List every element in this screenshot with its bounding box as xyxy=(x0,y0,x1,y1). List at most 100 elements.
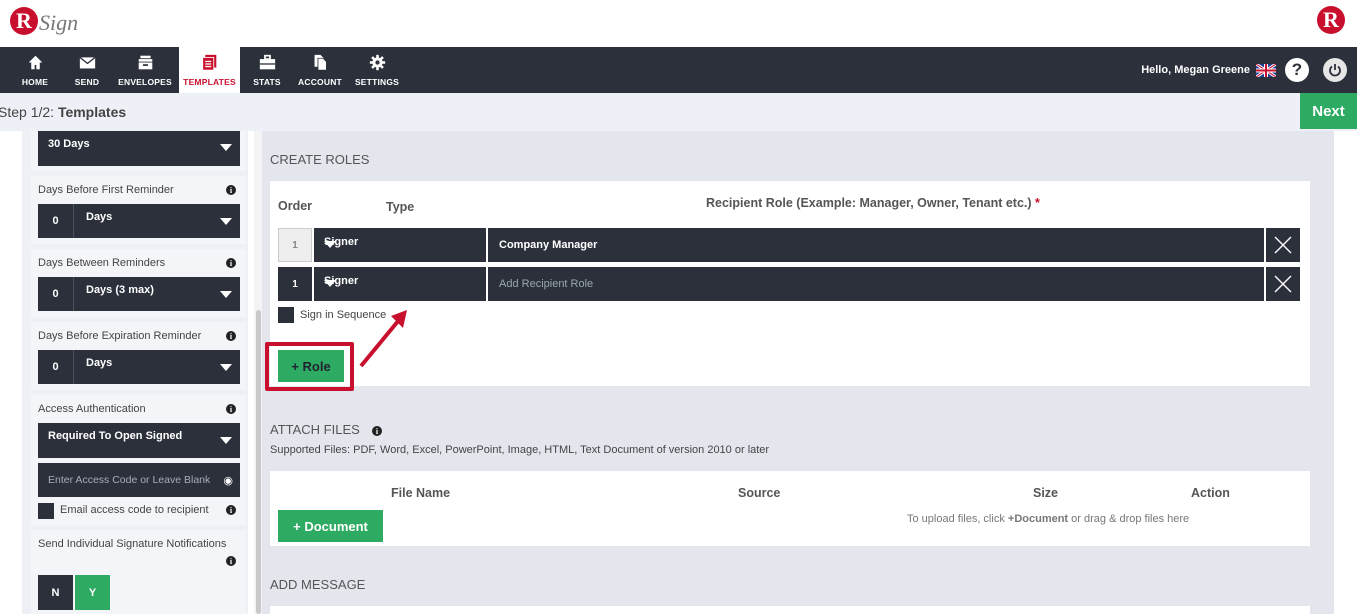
chevron-down-icon xyxy=(220,144,232,151)
uk-flag-icon[interactable] xyxy=(1256,63,1276,77)
create-roles-title: CREATE ROLES xyxy=(270,152,370,167)
step-prefix: Step 1/2: xyxy=(0,104,55,120)
logo-mark: R xyxy=(10,7,38,35)
expiration-reminder-unit: Days xyxy=(86,357,113,369)
help-icon[interactable]: ? xyxy=(1285,58,1309,82)
nav-templates[interactable]: TEMPLATES xyxy=(179,47,240,93)
annotation-arrow-icon xyxy=(359,310,407,368)
inbox-icon xyxy=(138,55,152,69)
eye-icon[interactable]: ◉ xyxy=(223,474,233,487)
nav-settings[interactable]: SETTINGS xyxy=(354,47,400,93)
upload-hint-bold: +Document xyxy=(1007,513,1069,525)
nav-account-label: ACCOUNT xyxy=(298,76,342,87)
role-order-input[interactable]: 1 xyxy=(278,228,312,262)
order-column-header: Order xyxy=(278,199,313,213)
between-reminders-days[interactable]: 0 xyxy=(38,277,74,311)
supported-files-text: Supported Files: PDF, Word, Excel, Power… xyxy=(270,444,770,456)
access-auth-select[interactable]: Required To Open Signed xyxy=(38,423,240,458)
info-icon[interactable]: i xyxy=(226,185,236,195)
scrollbar-thumb[interactable] xyxy=(256,310,261,614)
info-icon[interactable]: i xyxy=(226,505,236,515)
chevron-down-icon xyxy=(324,241,336,248)
envelope-icon xyxy=(78,56,96,68)
required-asterisk: * xyxy=(1035,196,1040,210)
first-reminder-unit: Days xyxy=(86,211,113,223)
expiration-reminder-select[interactable]: 0 Days xyxy=(38,350,240,384)
expiration-reminder-days[interactable]: 0 xyxy=(38,350,74,384)
expiry-select[interactable]: 30 Days xyxy=(38,131,240,166)
document-icon xyxy=(314,54,327,71)
templates-icon xyxy=(202,54,217,71)
nav-home[interactable]: HOME xyxy=(12,47,58,93)
role-type-select[interactable]: Signer xyxy=(314,228,486,262)
home-icon xyxy=(28,55,42,69)
email-access-code-checkbox[interactable] xyxy=(38,503,54,519)
upload-hint: To upload files, click +Document or drag… xyxy=(907,513,1189,525)
source-column-header: Source xyxy=(738,486,781,500)
main-nav: HOME SEND ENVELOPES TEMPLATES STATS ACCO… xyxy=(0,47,1357,93)
sign-in-sequence-checkbox[interactable] xyxy=(278,307,294,323)
access-code-input[interactable]: Enter Access Code or Leave Blank ◉ xyxy=(38,463,240,497)
notifications-label: Send Individual Signature Notifications xyxy=(38,538,227,550)
nav-stats[interactable]: STATS xyxy=(248,47,286,93)
nav-envelopes[interactable]: ENVELOPES xyxy=(116,47,174,93)
expiry-value: 30 Days xyxy=(48,138,90,150)
nav-send-label: SEND xyxy=(74,76,100,87)
access-auth-value: Required To Open Signed xyxy=(48,430,183,442)
info-icon[interactable]: i xyxy=(226,258,236,268)
chevron-down-icon xyxy=(220,364,232,371)
notifications-yes-button[interactable]: Y xyxy=(75,575,110,610)
chevron-down-icon xyxy=(324,280,336,287)
upload-hint-pre: To upload files, click xyxy=(907,513,1008,525)
info-icon[interactable]: i xyxy=(226,404,236,414)
between-reminders-select[interactable]: 0 Days (3 max) xyxy=(38,277,240,311)
size-column-header: Size xyxy=(1033,486,1059,500)
nav-home-label: HOME xyxy=(21,76,49,87)
next-button[interactable]: Next xyxy=(1300,93,1357,129)
gear-icon xyxy=(369,54,385,70)
file-name-column-header: File Name xyxy=(391,486,451,500)
role-row: 1 Signer Add Recipient Role xyxy=(278,267,1300,301)
first-reminder-label: Days Before First Reminder xyxy=(38,184,174,196)
power-icon[interactable] xyxy=(1323,58,1347,82)
step-bar: Step 1/2: Templates Next xyxy=(0,93,1357,131)
highlight-box xyxy=(265,342,354,391)
role-row: 1 Signer Company Manager xyxy=(278,228,1300,262)
action-column-header: Action xyxy=(1191,486,1230,500)
first-reminder-select[interactable]: 0 Days xyxy=(38,204,240,238)
rsign-logo[interactable]: R Sign xyxy=(10,6,78,36)
first-reminder-days[interactable]: 0 xyxy=(38,204,74,238)
info-icon[interactable]: i xyxy=(372,426,382,436)
nav-templates-label: TEMPLATES xyxy=(183,76,236,87)
brand-mark-right: R xyxy=(1317,6,1345,34)
add-document-button[interactable]: + Document xyxy=(278,510,383,542)
recipient-role-input[interactable]: Add Recipient Role xyxy=(488,267,1264,301)
between-reminders-unit: Days (3 max) xyxy=(86,284,154,296)
remove-role-button[interactable] xyxy=(1266,267,1300,301)
message-card xyxy=(270,606,1310,614)
user-greeting[interactable]: Hello, Megan Greene xyxy=(1141,64,1250,76)
info-icon[interactable]: i xyxy=(226,331,236,341)
role-column-header: Recipient Role (Example: Manager, Owner,… xyxy=(706,196,1040,210)
between-reminders-label: Days Between Reminders xyxy=(38,257,166,269)
chevron-down-icon xyxy=(220,291,232,298)
nav-envelopes-label: ENVELOPES xyxy=(118,76,172,87)
notifications-no-button[interactable]: N xyxy=(38,575,73,610)
type-column-header: Type xyxy=(386,200,415,214)
remove-role-button[interactable] xyxy=(1266,228,1300,262)
role-type-select[interactable]: Signer xyxy=(314,267,486,301)
nav-account[interactable]: ACCOUNT xyxy=(296,47,344,93)
close-icon xyxy=(1274,275,1292,293)
info-icon[interactable]: i xyxy=(226,556,236,566)
files-card xyxy=(270,471,1310,546)
attach-files-title: ATTACH FILES xyxy=(270,422,360,437)
recipient-role-input[interactable]: Company Manager xyxy=(488,228,1264,262)
upload-hint-post: or drag & drop files here xyxy=(1068,513,1190,525)
role-order-input[interactable]: 1 xyxy=(278,267,312,301)
close-icon xyxy=(1274,236,1292,254)
right-gutter xyxy=(1334,131,1357,614)
logo-mark-right: R xyxy=(1317,6,1345,34)
nav-send[interactable]: SEND xyxy=(66,47,108,93)
email-access-code-label: Email access code to recipient xyxy=(60,504,209,516)
briefcase-icon xyxy=(259,54,275,69)
